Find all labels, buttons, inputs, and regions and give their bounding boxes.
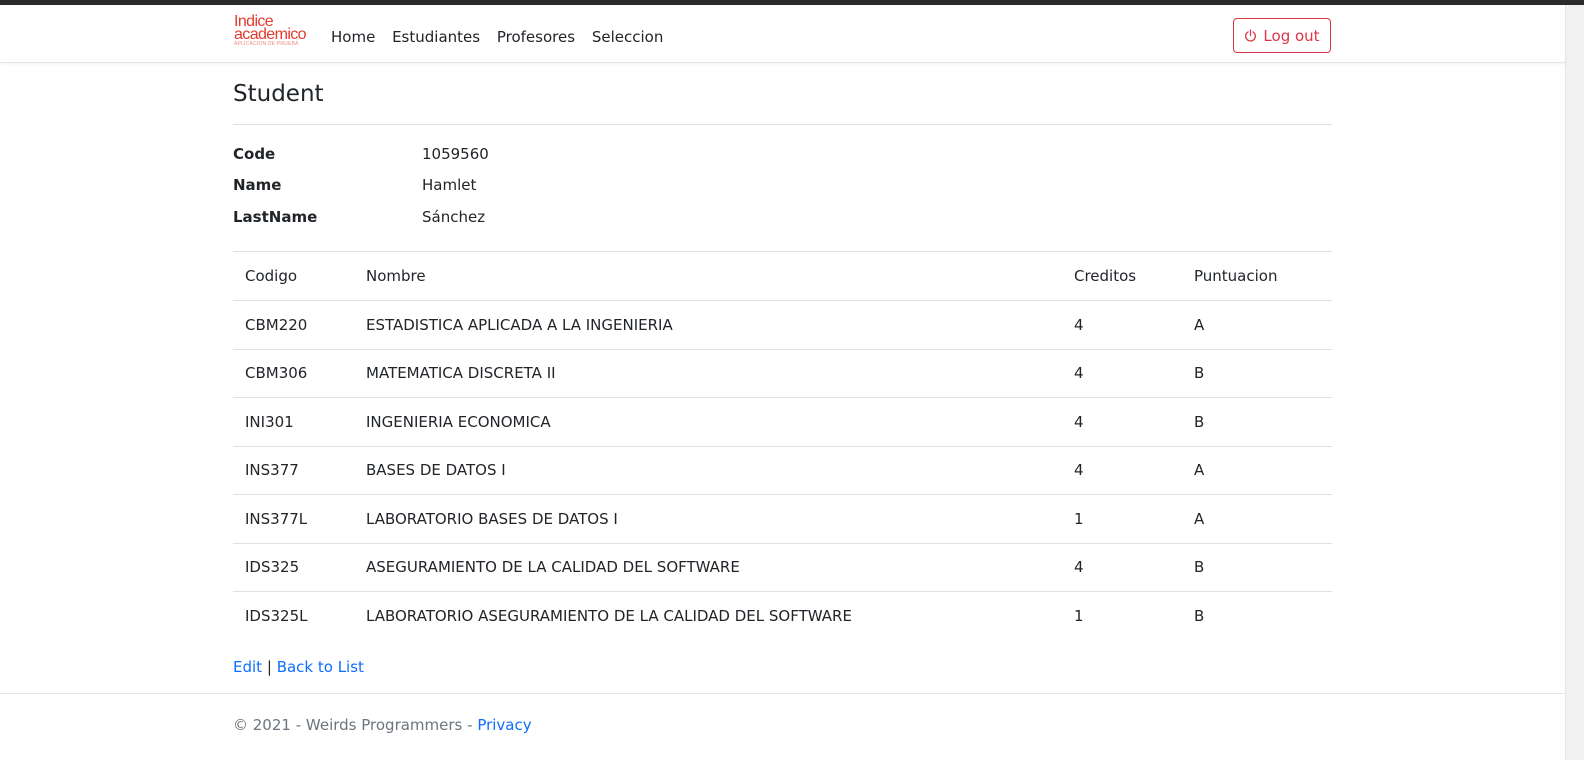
detail-label: Name xyxy=(233,176,282,195)
table-row: INS377L LABORATORIO BASES DE DATOS I 1 A xyxy=(233,494,1332,544)
detail-label: Code xyxy=(233,144,276,163)
cell-codigo: INI301 xyxy=(233,397,354,447)
detail-row-lastname: LastName Sánchez xyxy=(233,201,489,233)
table-row: INI301 INGENIERIA ECONOMICA 4 B xyxy=(233,397,1332,447)
cell-nombre: ESTADISTICA APLICADA A LA INGENIERIA xyxy=(354,300,1062,350)
page-title: Student xyxy=(233,81,324,107)
column-header: Codigo xyxy=(233,252,354,301)
column-header: Puntuacion xyxy=(1182,252,1332,301)
detail-label: LastName xyxy=(233,207,318,226)
table-row: CBM220 ESTADISTICA APLICADA A LA INGENIE… xyxy=(233,300,1332,350)
cell-puntuacion: A xyxy=(1182,300,1332,350)
cell-creditos: 4 xyxy=(1062,446,1182,495)
edit-link[interactable]: Edit xyxy=(233,658,262,676)
cell-puntuacion: B xyxy=(1182,349,1332,398)
table-row: IDS325L LABORATORIO ASEGURAMIENTO DE LA … xyxy=(233,592,1332,640)
logout-label: Log out xyxy=(1263,26,1320,45)
column-header: Creditos xyxy=(1062,252,1182,301)
cell-nombre: INGENIERIA ECONOMICA xyxy=(354,397,1062,447)
footer: © 2021 - Weirds Programmers - Privacy xyxy=(0,693,1566,761)
cell-nombre: LABORATORIO BASES DE DATOS I xyxy=(354,494,1062,544)
link-separator: | xyxy=(266,658,272,676)
cell-creditos: 4 xyxy=(1062,397,1182,447)
detail-value: Hamlet xyxy=(422,176,477,195)
student-details: Code 1059560 Name Hamlet LastName Sánche… xyxy=(233,138,489,233)
cell-puntuacion: B xyxy=(1182,397,1332,447)
table-row: CBM306 MATEMATICA DISCRETA II 4 B xyxy=(233,349,1332,398)
cell-nombre: LABORATORIO ASEGURAMIENTO DE LA CALIDAD … xyxy=(366,606,852,625)
nav-profesores[interactable]: Profesores xyxy=(497,28,575,46)
table-header-row: Codigo Nombre Creditos Puntuacion xyxy=(233,252,1332,301)
cell-nombre: MATEMATICA DISCRETA II xyxy=(354,349,1062,398)
main-nav: Home Estudiantes Profesores Seleccion xyxy=(331,28,675,46)
nav-home[interactable]: Home xyxy=(331,28,375,46)
vertical-scrollbar[interactable] xyxy=(1565,5,1584,760)
cell-codigo: INS377L xyxy=(233,494,354,544)
navbar: Indice academico APLICACION DE PRUEBA Ho… xyxy=(0,5,1566,63)
brand-line-2: academico xyxy=(234,26,307,43)
back-to-list-link[interactable]: Back to List xyxy=(277,658,364,676)
cell-nombre: BASES DE DATOS I xyxy=(354,446,1062,495)
logout-button[interactable]: Log out xyxy=(1233,18,1331,53)
cell-creditos: 4 xyxy=(1062,300,1182,350)
power-icon xyxy=(1245,29,1257,42)
cell-creditos: 1 xyxy=(1074,606,1084,625)
cell-creditos: 4 xyxy=(1062,543,1182,592)
detail-row-name: Name Hamlet xyxy=(233,170,489,202)
brand-tagline: APLICACION DE PRUEBA xyxy=(234,41,299,47)
cell-creditos: 4 xyxy=(1062,349,1182,398)
column-header: Nombre xyxy=(354,252,1062,301)
detail-value: 1059560 xyxy=(422,144,489,163)
cell-codigo: CBM220 xyxy=(233,300,354,350)
cell-puntuacion: B xyxy=(1182,543,1332,592)
cell-codigo: IDS325L xyxy=(245,606,308,625)
nav-estudiantes[interactable]: Estudiantes xyxy=(392,28,480,46)
cell-nombre: ASEGURAMIENTO DE LA CALIDAD DEL SOFTWARE xyxy=(354,543,1062,592)
cell-codigo: IDS325 xyxy=(233,543,354,592)
cell-creditos: 1 xyxy=(1062,494,1182,544)
brand-logo[interactable]: Indice academico APLICACION DE PRUEBA xyxy=(234,14,310,49)
cell-puntuacion: A xyxy=(1182,494,1332,544)
footer-text: © 2021 - Weirds Programmers - xyxy=(233,716,478,734)
divider xyxy=(233,124,1332,125)
table-row: INS377 BASES DE DATOS I 4 A xyxy=(233,446,1332,495)
action-links: Edit | Back to List xyxy=(233,658,364,676)
nav-seleccion[interactable]: Seleccion xyxy=(592,28,664,46)
table-row: IDS325 ASEGURAMIENTO DE LA CALIDAD DEL S… xyxy=(233,543,1332,592)
cell-puntuacion: B xyxy=(1194,606,1205,625)
cell-codigo: INS377 xyxy=(233,446,354,495)
courses-table: Codigo Nombre Creditos Puntuacion CBM220… xyxy=(233,252,1332,640)
detail-row-code: Code 1059560 xyxy=(233,138,489,170)
cell-codigo: CBM306 xyxy=(233,349,354,398)
cell-puntuacion: A xyxy=(1182,446,1332,495)
detail-value: Sánchez xyxy=(422,207,486,226)
privacy-link[interactable]: Privacy xyxy=(477,716,531,734)
